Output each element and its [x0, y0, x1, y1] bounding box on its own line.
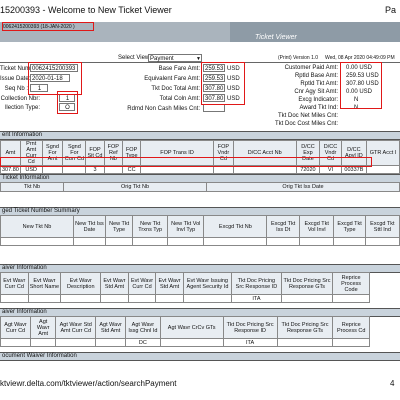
- col-header: Evt Wavr Curr Cd: [0, 272, 29, 295]
- page-label: Pa: [385, 5, 397, 15]
- col-header: Tkt Nb: [0, 182, 64, 192]
- col-header: Excgd Tkt Vol Invl: [298, 215, 335, 238]
- exch-table: New Tkt Nb New Tkt Iss Date New Tkt Type…: [0, 215, 400, 246]
- payment-row-highlight: [0, 157, 372, 167]
- cell: [182, 294, 233, 303]
- ticket-number-label: Ticket Number:: [0, 66, 41, 72]
- seq-label: Seq Nb :: [4, 86, 28, 92]
- cell: [55, 338, 97, 347]
- col-header: Evt Wavr Std Amt: [100, 272, 129, 295]
- cell: [127, 294, 157, 303]
- customer-highlight: [340, 62, 382, 109]
- col-header: Tkt Doc Pricing Src Response GTs: [280, 272, 334, 295]
- record-tag-highlight: [2, 22, 94, 31]
- excg-ind-label: Excg Indicator:: [298, 97, 338, 103]
- col-header: Excgd Tkt Sttl Ind: [364, 215, 400, 238]
- app-title: Ticket Viewer: [255, 34, 297, 41]
- miles-label: Rdmd Non Cash Miles Cnt:: [127, 106, 200, 112]
- collection-highlight: [57, 91, 78, 114]
- exch-section-title: ged Ticket Number Summary: [2, 208, 80, 214]
- col-header: Tkt Doc Pricing Src Response ID: [222, 316, 278, 339]
- agent-waiver-section-title: aiver Information: [2, 309, 47, 315]
- fare-highlight: [201, 62, 245, 105]
- cell: [280, 294, 334, 303]
- cell: DC: [125, 338, 161, 347]
- timestamp: Wed, 08 Apr 2020 04:49:09 PM: [325, 55, 395, 61]
- col-header: New Tkt Vol Invl Typ: [167, 215, 205, 238]
- cell: [155, 294, 184, 303]
- col-header: Agt Wavr Curr Cd: [0, 316, 31, 339]
- page-url: ktviewr.delta.com/tktviewer/action/searc…: [0, 379, 177, 388]
- page-number: 4: [390, 379, 395, 388]
- coln-total-label: Total Coln Amt:: [159, 96, 200, 102]
- award-ind-label: Award Tkt Ind:: [299, 105, 338, 111]
- select-view-dropdown[interactable]: Payment ▼: [148, 54, 202, 62]
- cell: ITA: [222, 338, 278, 347]
- col-header: Agt Wavr Issg Chnl Id: [125, 316, 161, 339]
- col-header: Excgd Tkt Nb: [203, 215, 268, 238]
- base-fare-label: Base Fare Amt:: [158, 66, 200, 72]
- col-header: Reprice Process Code: [332, 272, 370, 295]
- cell: [27, 294, 62, 303]
- col-header: Tkt Doc Pricing Src Response GTs: [276, 316, 334, 339]
- col-header: Evt Wavr Issuing Agent Security Id: [182, 272, 233, 295]
- table-row: DC ITA: [0, 338, 370, 347]
- col-header: Agt Wavr CrCv GTs: [159, 316, 224, 339]
- net-miles-label: Tkt Doc Net Miles Cnt:: [277, 113, 338, 119]
- orig-section-title: Ticket Information: [2, 175, 50, 181]
- cell: [60, 294, 102, 303]
- collection-label: Collection Nbr:: [0, 96, 40, 102]
- col-header: New Tkt Nb: [0, 215, 74, 238]
- doc-total-label: Tkt Doc Total Amt:: [151, 86, 200, 92]
- doc-waiver-section-bar: ocument Waiver Information: [0, 352, 400, 361]
- cell: [0, 338, 31, 347]
- table-row: ITA: [0, 294, 370, 303]
- cell: [332, 294, 370, 303]
- col-header: Excgd Tkt Type: [333, 215, 366, 238]
- cell: [29, 338, 57, 347]
- col-header: Evt Wavr Description: [60, 272, 102, 295]
- waiver-table: Evt Wavr Curr Cd Evt Wavr Short Name Evt…: [0, 272, 370, 303]
- rptld-tkt-label: Rptld Tkt Amt:: [300, 81, 338, 87]
- col-header: New Tkt Trxns Typ: [132, 215, 169, 238]
- cell: [276, 338, 334, 347]
- col-header: New Tkt Iss Date: [73, 215, 106, 238]
- issue-date-label: Issue Date:: [0, 76, 31, 82]
- cell: [95, 338, 127, 347]
- col-header: Evt Wavr Curr Cd: [127, 272, 157, 295]
- doc-waiver-section-title: ocument Waiver Information: [2, 353, 77, 359]
- col-header: Evt Wavr Short Name: [27, 272, 62, 295]
- col-header: Orig Tkt Nb: [63, 182, 207, 192]
- payment-section-bar: ent Information: [0, 131, 400, 140]
- col-header: Tkt Doc Pricing Src Response ID: [231, 272, 282, 295]
- table-row: [0, 237, 400, 246]
- cost-miles-label: Tkt Doc Cost Miles Cnt:: [274, 121, 338, 127]
- cell: [159, 338, 224, 347]
- equiv-fare-label: Equivalent Fare Amt:: [144, 76, 200, 82]
- rptld-base-label: Rptld Base Amt:: [294, 73, 338, 79]
- payment-section-title: ent Information: [2, 132, 43, 138]
- orig-table: Tkt Nb Orig Tkt Nb Orig Tkt Iss Date: [0, 182, 400, 192]
- col-header: Excgd Tkt Iss Dt: [266, 215, 300, 238]
- collection-type-label: llection Type:: [5, 105, 40, 111]
- miles-field[interactable]: [203, 104, 225, 112]
- col-header: Agt Wavr Std Amt: [95, 316, 127, 339]
- cust-paid-label: Customer Paid Amt:: [284, 65, 338, 71]
- col-header: New Tkt Type: [104, 215, 134, 238]
- waiver-section-title: aiver Information: [2, 265, 47, 271]
- col-header: Orig Tkt Iss Date: [206, 182, 400, 192]
- window-title: 15200393 - Welcome to New Ticket Viewer: [0, 5, 172, 15]
- cell: ITA: [231, 294, 282, 303]
- print-info[interactable]: (Print) Version 1.0: [278, 55, 318, 62]
- cell: [0, 294, 29, 303]
- cnr-agy-label: Cnr Agy Sit Amt:: [294, 89, 338, 95]
- col-header: Agt Wavr Amt: [29, 316, 57, 339]
- agent-waiver-table: Agt Wavr Curr Cd Agt Wavr Amt Agt Wavr S…: [0, 316, 370, 347]
- col-header: Agt Wavr Std Amt Curr Cd: [55, 316, 97, 339]
- cell: [100, 294, 129, 303]
- cell: [332, 338, 370, 347]
- col-header: Reprice Process Cd: [332, 316, 370, 339]
- col-header: Evt Wavr Std Amt: [155, 272, 184, 295]
